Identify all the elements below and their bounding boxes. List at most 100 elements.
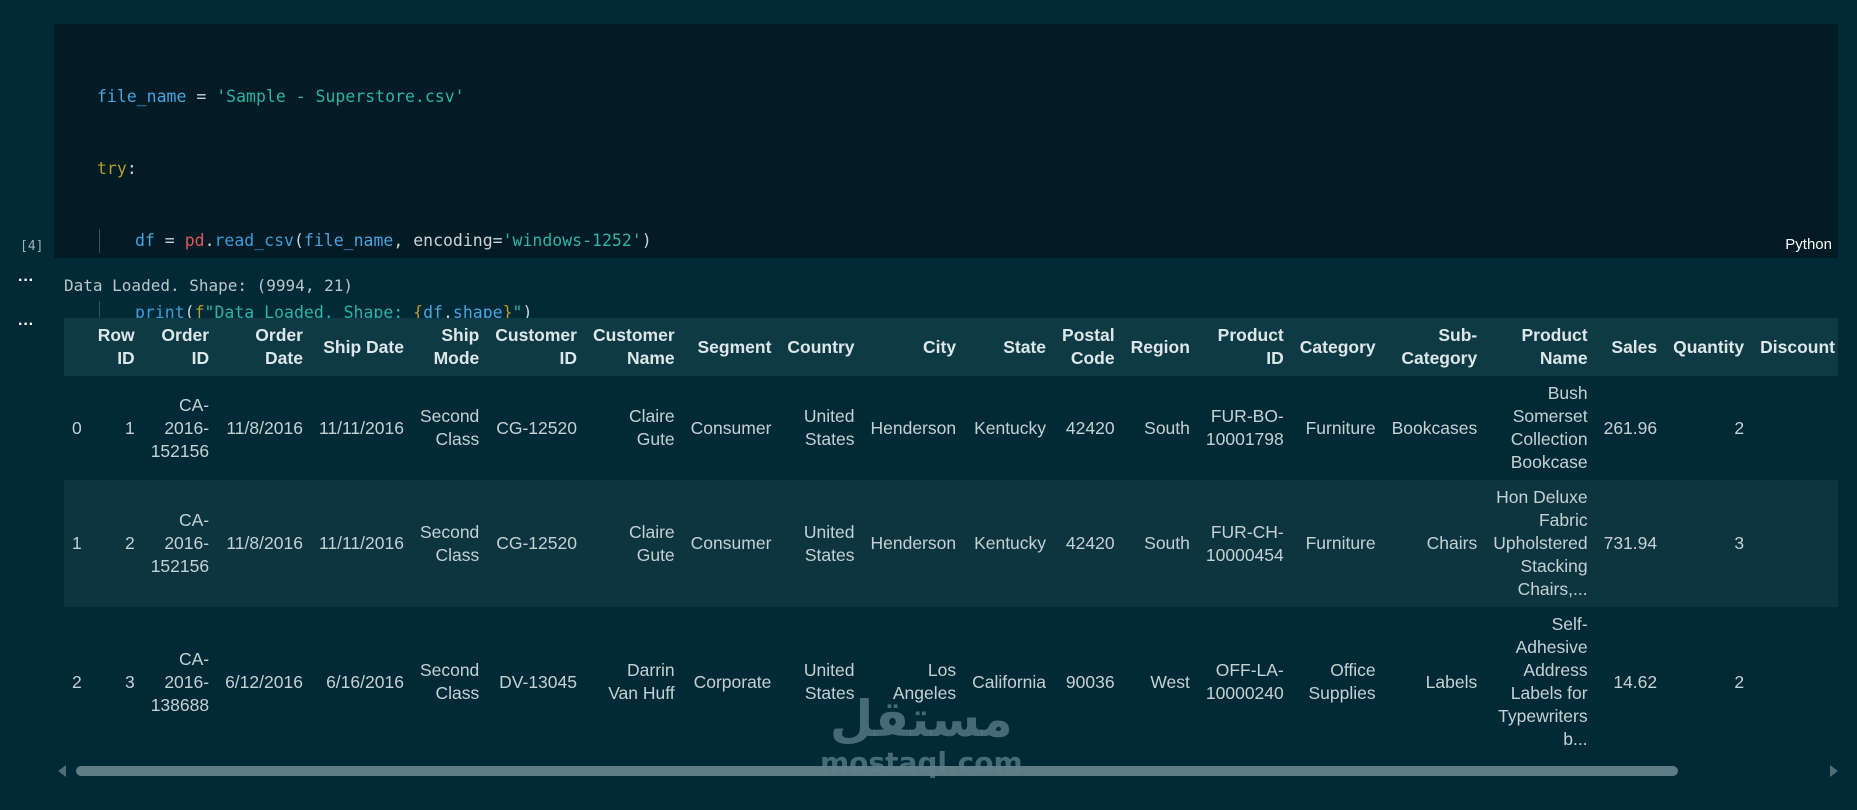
- column-header: Region: [1122, 318, 1198, 376]
- table-cell: United States: [779, 480, 863, 607]
- table-cell: 6/12/2016: [217, 607, 311, 752]
- table-cell: [1752, 376, 1838, 480]
- column-header: Product ID: [1197, 318, 1292, 376]
- table-cell: Consumer: [682, 480, 780, 607]
- watermark: مستقل mostaql.com: [820, 690, 1023, 778]
- column-header: Discount: [1752, 318, 1838, 376]
- table-cell: CA-2016-152156: [142, 480, 218, 607]
- column-header: Sales: [1595, 318, 1666, 376]
- table-cell: Claire Gute: [584, 376, 683, 480]
- table-cell: 3: [1665, 480, 1753, 607]
- table-cell: West: [1122, 607, 1198, 752]
- table-cell: Claire Gute: [584, 480, 683, 607]
- code-line-2: try:: [97, 159, 137, 178]
- table-cell: 3: [89, 607, 143, 752]
- column-header: State: [964, 318, 1055, 376]
- column-header: Customer ID: [487, 318, 585, 376]
- table-cell: 90036: [1054, 607, 1123, 752]
- column-header: Quantity: [1665, 318, 1753, 376]
- column-header: Postal Code: [1054, 318, 1123, 376]
- table-cell: Corporate: [682, 607, 780, 752]
- table-cell: 1: [89, 376, 143, 480]
- table-cell: Chairs: [1383, 480, 1486, 607]
- watermark-url: mostaql.com: [820, 746, 1023, 779]
- table-cell: 2: [1665, 607, 1753, 752]
- table-cell: 11/8/2016: [217, 480, 311, 607]
- dataframe-output: Row ID Order ID Order Date Ship Date Shi…: [64, 318, 1838, 752]
- table-cell: South: [1122, 376, 1198, 480]
- table-cell: CA-2016-138688: [142, 607, 218, 752]
- column-header: Customer Name: [584, 318, 683, 376]
- code-line-3: df = pd.read_csv(file_name, encoding='wi…: [97, 229, 652, 253]
- table-cell: 42420: [1054, 376, 1123, 480]
- table-cell: FUR-CH-10000454: [1197, 480, 1292, 607]
- table-row: 1 2 CA-2016-152156 11/8/2016 11/11/2016 …: [64, 480, 1838, 607]
- code-cell[interactable]: file_name = 'Sample - Superstore.csv' tr…: [54, 24, 1838, 610]
- execution-count: [4]: [20, 239, 44, 254]
- table-cell: 2: [89, 480, 143, 607]
- table-cell: CG-12520: [487, 480, 585, 607]
- table-cell: Henderson: [862, 480, 965, 607]
- table-cell: 14.62: [1595, 607, 1666, 752]
- ellipsis-icon[interactable]: ···: [18, 316, 34, 334]
- table-cell: 42420: [1054, 480, 1123, 607]
- scroll-left-arrow-icon[interactable]: [58, 765, 66, 777]
- ellipsis-icon[interactable]: ···: [18, 272, 34, 290]
- column-header: Ship Mode: [411, 318, 488, 376]
- table-cell: Hon Deluxe Fabric Upholstered Stacking C…: [1485, 480, 1596, 607]
- table-cell: 261.96: [1595, 376, 1666, 480]
- table-cell: OFF-LA-10000240: [1197, 607, 1292, 752]
- column-header: Order Date: [217, 318, 311, 376]
- table-cell: Labels: [1383, 607, 1486, 752]
- table-cell: 11/11/2016: [310, 480, 412, 607]
- table-cell: Bush Somerset Collection Bookcase: [1485, 376, 1596, 480]
- table-cell: Bookcases: [1383, 376, 1486, 480]
- column-header: Country: [779, 318, 863, 376]
- column-header: [64, 318, 90, 376]
- table-cell: [1752, 480, 1838, 607]
- column-header: Order ID: [142, 318, 218, 376]
- column-header: Category: [1291, 318, 1384, 376]
- table-cell: FUR-BO-10001798: [1197, 376, 1292, 480]
- table-row: 0 1 CA-2016-152156 11/8/2016 11/11/2016 …: [64, 376, 1838, 480]
- table-cell: Kentucky: [964, 480, 1055, 607]
- column-header: Segment: [682, 318, 780, 376]
- table-cell: Office Supplies: [1291, 607, 1384, 752]
- table-cell: [1752, 607, 1838, 752]
- scroll-right-arrow-icon[interactable]: [1830, 765, 1838, 777]
- header-row: Row ID Order ID Order Date Ship Date Shi…: [64, 318, 1838, 376]
- dataframe-table: Row ID Order ID Order Date Ship Date Shi…: [64, 318, 1838, 752]
- table-cell: Furniture: [1291, 480, 1384, 607]
- table-cell: 2: [64, 607, 90, 752]
- table-cell: Henderson: [862, 376, 965, 480]
- table-cell: South: [1122, 480, 1198, 607]
- table-cell: CG-12520: [487, 376, 585, 480]
- table-cell: Kentucky: [964, 376, 1055, 480]
- stdout-output: Data Loaded. Shape: (9994, 21): [64, 276, 353, 295]
- column-header: Row ID: [89, 318, 143, 376]
- table-cell: 2: [1665, 376, 1753, 480]
- watermark-logo: مستقل: [829, 690, 1013, 748]
- table-cell: 11/8/2016: [217, 376, 311, 480]
- table-cell: Second Class: [411, 607, 488, 752]
- column-header: Sub-Category: [1383, 318, 1486, 376]
- language-label[interactable]: Python: [1785, 236, 1832, 253]
- table-cell: Self-Adhesive Address Labels for Typewri…: [1485, 607, 1596, 752]
- column-header: City: [862, 318, 965, 376]
- table-cell: 6/16/2016: [310, 607, 412, 752]
- table-cell: Consumer: [682, 376, 780, 480]
- table-cell: Furniture: [1291, 376, 1384, 480]
- table-cell: 1: [64, 480, 90, 607]
- column-header: Product Name: [1485, 318, 1596, 376]
- table-cell: 731.94: [1595, 480, 1666, 607]
- table-cell: 11/11/2016: [310, 376, 412, 480]
- file-name-string: 'Sample - Superstore.csv': [216, 87, 465, 106]
- code-line-1: file_name = 'Sample - Superstore.csv': [97, 87, 465, 106]
- table-cell: Second Class: [411, 376, 488, 480]
- table-cell: Darrin Van Huff: [584, 607, 683, 752]
- notebook-page: file_name = 'Sample - Superstore.csv' tr…: [0, 0, 1857, 810]
- table-cell: CA-2016-152156: [142, 376, 218, 480]
- column-header: Ship Date: [310, 318, 412, 376]
- table-cell: United States: [779, 376, 863, 480]
- table-cell: 0: [64, 376, 90, 480]
